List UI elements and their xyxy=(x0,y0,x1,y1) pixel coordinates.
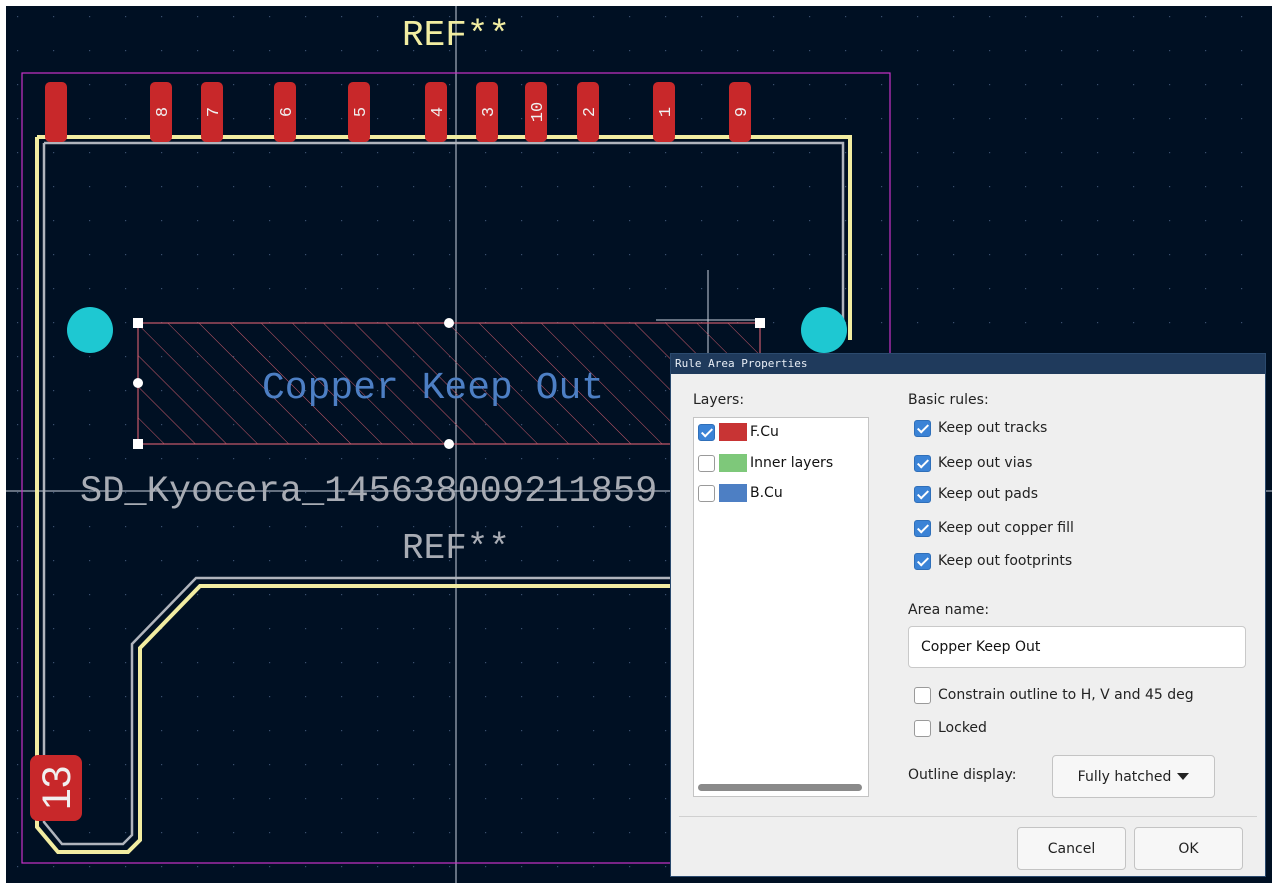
dialog-separator xyxy=(679,816,1257,817)
footprint-value[interactable]: SD_Kyocera_145638009211859 xyxy=(80,471,657,513)
checkbox-box[interactable] xyxy=(914,454,931,472)
layers-list[interactable]: F.Cu Inner layers B.Cu xyxy=(693,417,869,797)
dialog-title[interactable]: Rule Area Properties xyxy=(671,354,1265,374)
checkbox-box[interactable] xyxy=(914,519,931,537)
chevron-down-icon xyxy=(1177,773,1190,780)
area-name-input[interactable]: Copper Keep Out xyxy=(908,626,1246,668)
layer-checkbox-fcu[interactable] xyxy=(698,423,715,441)
pad-number: 1 xyxy=(657,107,676,117)
layer-name: Inner layers xyxy=(750,455,834,471)
zone-label: Copper Keep Out xyxy=(262,367,604,410)
layer-row-inner[interactable]: Inner layers xyxy=(698,451,833,475)
layer-row-fcu[interactable]: F.Cu xyxy=(698,420,779,444)
checkbox-label: Locked xyxy=(938,720,987,736)
layer-checkbox-inner[interactable] xyxy=(698,454,715,472)
keep-out-pads-checkbox[interactable]: Keep out pads xyxy=(914,482,1038,506)
layer-checkbox-bcu[interactable] xyxy=(698,484,715,502)
pad-number: 3 xyxy=(480,107,499,117)
keep-out-vias-checkbox[interactable]: Keep out vias xyxy=(914,451,1032,475)
constrain-outline-checkbox[interactable]: Constrain outline to H, V and 45 deg xyxy=(914,683,1194,707)
checkbox-box[interactable] xyxy=(914,686,931,704)
keep-out-copper-fill-checkbox[interactable]: Keep out copper fill xyxy=(914,516,1074,540)
rule-area-properties-dialog: Rule Area Properties Layers: F.Cu Inner … xyxy=(670,353,1266,877)
pad-number: 4 xyxy=(429,107,448,117)
keep-out-tracks-checkbox[interactable]: Keep out tracks xyxy=(914,416,1047,440)
pad-number: 2 xyxy=(581,107,600,117)
checkbox-box[interactable] xyxy=(914,485,931,503)
pad-number: 10 xyxy=(529,102,548,122)
pad-number: 5 xyxy=(352,107,371,117)
horizontal-scrollbar[interactable] xyxy=(698,784,862,791)
checkbox-box[interactable] xyxy=(914,552,931,570)
layer-name: B.Cu xyxy=(750,485,783,501)
checkbox-box[interactable] xyxy=(914,419,931,437)
pad-13-label: 13 xyxy=(35,766,79,811)
layer-color-swatch xyxy=(719,484,747,502)
basic-rules-label: Basic rules: xyxy=(908,392,989,408)
pad-number: 9 xyxy=(733,107,752,117)
locked-checkbox[interactable]: Locked xyxy=(914,716,987,740)
area-name-label: Area name: xyxy=(908,602,990,618)
layer-row-bcu[interactable]: B.Cu xyxy=(698,481,783,505)
outline-display-dropdown[interactable]: Fully hatched xyxy=(1052,755,1215,798)
keep-out-footprints-checkbox[interactable]: Keep out footprints xyxy=(914,549,1072,573)
checkbox-box[interactable] xyxy=(914,719,931,737)
layer-color-swatch xyxy=(719,454,747,472)
layer-name: F.Cu xyxy=(750,424,779,440)
layers-label: Layers: xyxy=(693,392,745,408)
pad-number: 6 xyxy=(278,107,297,117)
checkbox-label: Keep out vias xyxy=(938,455,1033,471)
outline-display-label: Outline display: xyxy=(908,767,1017,783)
pad-number: 8 xyxy=(154,107,173,117)
pad-number: 7 xyxy=(205,107,224,117)
checkbox-label: Keep out tracks xyxy=(938,420,1048,436)
npth-hole-left[interactable] xyxy=(67,307,113,353)
ref-designator-top[interactable]: REF** xyxy=(402,15,510,56)
dropdown-value: Fully hatched xyxy=(1077,768,1172,785)
ref-designator-fab[interactable]: REF** xyxy=(402,528,510,569)
cancel-button[interactable]: Cancel xyxy=(1017,827,1126,870)
checkbox-label: Keep out pads xyxy=(938,486,1039,502)
layer-color-swatch xyxy=(719,423,747,441)
checkbox-label: Keep out footprints xyxy=(938,553,1073,569)
checkbox-label: Constrain outline to H, V and 45 deg xyxy=(938,687,1194,703)
npth-hole-right[interactable] xyxy=(801,307,847,353)
checkbox-label: Keep out copper fill xyxy=(938,520,1074,536)
ok-button[interactable]: OK xyxy=(1134,827,1243,870)
